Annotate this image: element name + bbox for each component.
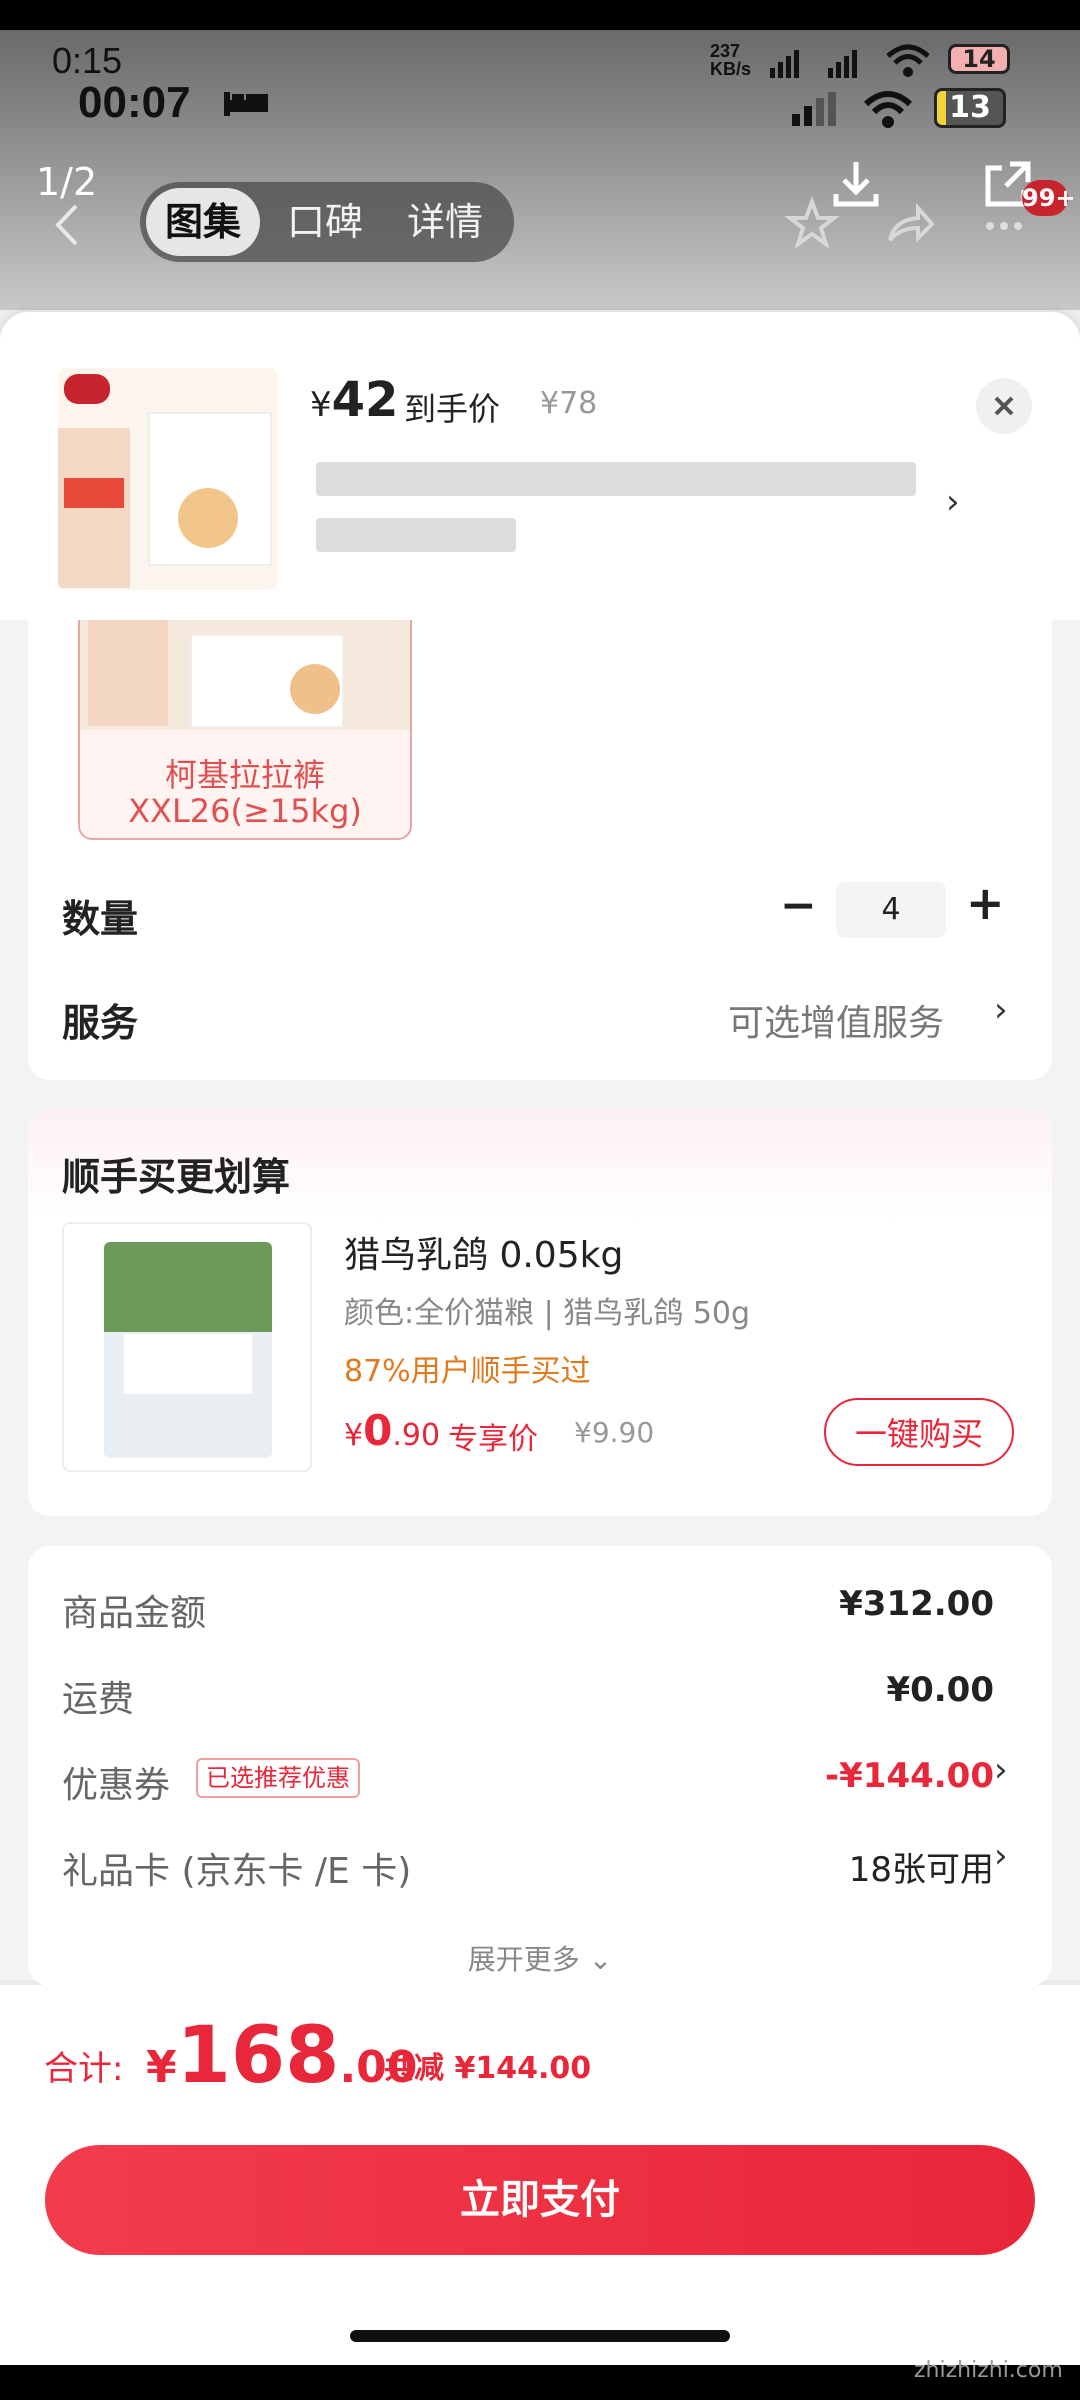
promo-popup[interactable]: ¥42 到手价 ¥78 › [0, 312, 1080, 622]
wifi-icon-main [862, 86, 914, 134]
coupon-label: 优惠券 [62, 1765, 171, 1806]
addon-original-price: ¥9.90 [574, 1416, 655, 1449]
status-time-small: 0:15 [52, 40, 123, 81]
star-icon[interactable] [784, 196, 840, 256]
blurred-title-line1 [316, 462, 916, 496]
battery-main: 13 [934, 88, 1006, 128]
addon-price-tag: 专享价 [448, 1422, 538, 1457]
coupon-recommended-tag: 已选推荐优惠 [196, 1758, 360, 1798]
status-bar: 0:15 00:07 237 KB/s 14 13 [0, 30, 1080, 130]
tab-reviews[interactable]: 口碑 [270, 182, 380, 262]
coupon-chevron-icon[interactable]: › [994, 1750, 1008, 1790]
sku-image [80, 620, 410, 730]
quantity-minus-button[interactable]: − [780, 880, 817, 931]
sku-name-line2: XXL26(≥15kg) [128, 792, 362, 830]
expand-more-button[interactable]: 展开更多 ⌄ [28, 1938, 1052, 1978]
giftcard-chevron-icon[interactable]: › [994, 1836, 1008, 1876]
image-counter: 1/2 [36, 160, 98, 204]
more-icon[interactable] [984, 216, 1024, 235]
gallery-tabs: 图集 口碑 详情 [140, 182, 514, 262]
quantity-plus-button[interactable]: + [966, 876, 1005, 930]
status-time: 00:07 [78, 78, 191, 127]
total-amount: ¥168.00 [146, 2011, 418, 2101]
giftcard-value[interactable]: 18张可用 [788, 1842, 994, 1891]
service-value[interactable]: 可选增值服务 [728, 994, 944, 1046]
promo-product-image [58, 368, 278, 590]
addon-price: ¥0.90 [344, 1406, 441, 1455]
addon-card: 顺手买更划算 猎鸟乳鸽 0.05kg 颜色:全价猫粮 | 猎鸟乳鸽 50g 87… [28, 1110, 1052, 1516]
total-label: 合计: [44, 2049, 124, 2089]
shipping-label: 运费 [62, 1679, 135, 1720]
coupon-value[interactable]: -¥144.00 [788, 1756, 994, 1796]
giftcard-label: 礼品卡 (京东卡 /E 卡) [62, 1851, 412, 1892]
service-label: 服务 [62, 1001, 139, 1045]
addon-product-spec: 颜色:全价猫粮 | 猎鸟乳鸽 50g [344, 1296, 751, 1331]
total-discount: 共减 ¥144.00 [384, 2051, 592, 2086]
quantity-input[interactable]: 4 [836, 882, 946, 938]
order-content: 柯基拉拉裤 XXL26(≥15kg) 数量 − 4 + 服务 可选增值服务 › … [0, 620, 1080, 1986]
signal-icon-main [790, 90, 840, 134]
service-chevron-icon[interactable]: › [994, 990, 1008, 1030]
back-icon[interactable] [52, 200, 82, 254]
quantity-label: 数量 [62, 897, 139, 941]
addon-section-title: 顺手买更划算 [62, 1155, 291, 1199]
network-speed: 237 KB/s [710, 41, 752, 79]
blurred-title-line2 [316, 518, 516, 552]
shipping-value: ¥0.00 [886, 1670, 994, 1710]
forward-icon[interactable] [882, 196, 938, 256]
addon-social-proof: 87%用户顺手买过 [344, 1354, 591, 1389]
sku-name-line1: 柯基拉拉裤 [164, 756, 325, 794]
message-badge: 99+ [1022, 180, 1076, 216]
promo-original-price: ¥78 [540, 386, 598, 421]
summary-card: 商品金额 ¥312.00 运费 ¥0.00 优惠券 已选推荐优惠 -¥144.0… [28, 1546, 1052, 1986]
battery-small: 14 [948, 44, 1010, 74]
goods-amount-value: ¥312.00 [839, 1584, 994, 1624]
signal-icon [764, 42, 884, 86]
sku-option-selected[interactable]: 柯基拉拉裤 XXL26(≥15kg) [78, 620, 412, 840]
chevron-down-icon: ⌄ [588, 1943, 613, 1976]
one-click-buy-button[interactable]: 一键购买 [824, 1398, 1014, 1466]
watermark: zhizhizhi.com [914, 2358, 1063, 2383]
promo-price-label: 到手价 [404, 390, 501, 428]
bed-icon [222, 88, 270, 118]
tab-details[interactable]: 详情 [390, 182, 500, 262]
chevron-right-icon[interactable]: › [946, 482, 960, 522]
top-black-bar [0, 0, 1080, 30]
addon-product-name[interactable]: 猎鸟乳鸽 0.05kg [344, 1226, 623, 1278]
addon-product-image[interactable] [62, 1222, 312, 1472]
home-indicator[interactable] [350, 2330, 730, 2342]
tab-gallery[interactable]: 图集 [146, 188, 260, 256]
goods-amount-label: 商品金额 [62, 1593, 207, 1634]
sku-card: 柯基拉拉裤 XXL26(≥15kg) 数量 − 4 + 服务 可选增值服务 › [28, 620, 1052, 1080]
promo-price: ¥42 [310, 372, 399, 428]
pay-now-button[interactable]: 立即支付 [45, 2145, 1035, 2255]
close-icon[interactable] [976, 378, 1032, 434]
wifi-icon [884, 40, 932, 84]
